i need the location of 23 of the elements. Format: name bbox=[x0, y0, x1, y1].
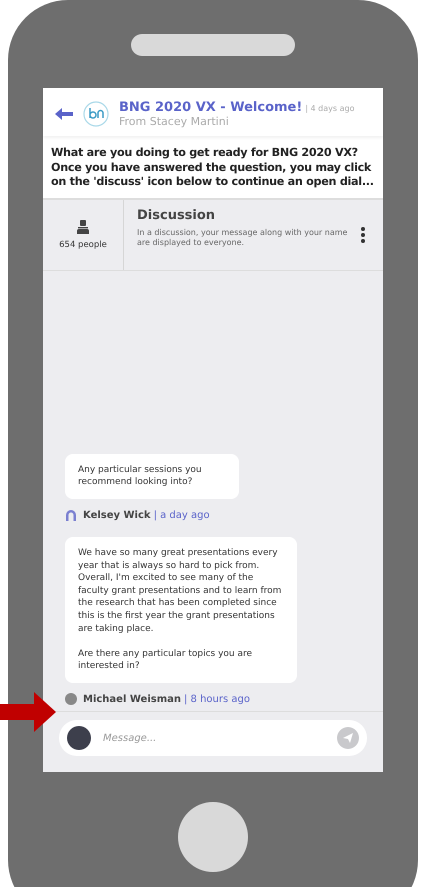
message-author: Michael Weisman bbox=[83, 694, 181, 704]
message-time: | a day ago bbox=[154, 510, 210, 521]
avatar-icon bbox=[65, 509, 77, 522]
message-bubble: We have so many great presentations every year that is always so hard to pick from. Overall, I'm excited to see many of the faculty grant presentations and to learn from the research that has been completed since this is the first year the grant presentations are taking place. Are there any particular topics you are interested in? bbox=[65, 537, 297, 683]
message-bubble: Any particular sessions you recommend looking into? bbox=[65, 454, 239, 500]
more-options-icon[interactable] bbox=[361, 226, 365, 243]
discussion-title: Discussion bbox=[137, 208, 216, 223]
discussion-description: In a discussion, your message along with your name are displayed to everyone. bbox=[137, 228, 348, 250]
post-time: | 4 days ago bbox=[305, 104, 354, 113]
avatar-photo bbox=[67, 726, 91, 750]
people-count: 654 people bbox=[59, 240, 107, 250]
logo-icon bbox=[83, 101, 109, 127]
post-author: From Stacey Martini bbox=[119, 115, 230, 128]
message-author: Kelsey Wick bbox=[83, 510, 151, 521]
people-icon bbox=[77, 220, 89, 234]
message-time: | 8 hours ago bbox=[184, 694, 250, 704]
message-field[interactable]: Message... bbox=[59, 720, 367, 756]
avatar-photo bbox=[65, 693, 77, 705]
pointer-arrow-icon bbox=[0, 692, 56, 732]
back-arrow-icon[interactable] bbox=[55, 108, 73, 120]
message-input[interactable]: Message... bbox=[101, 732, 327, 744]
question-text: What are you doing to get ready for BNG 2020 VX? Once you have answered the question, you may click on the 'discuss' icon below to continue an open dial... bbox=[50, 145, 375, 190]
post-title: BNG 2020 VX - Welcome! bbox=[119, 100, 302, 115]
